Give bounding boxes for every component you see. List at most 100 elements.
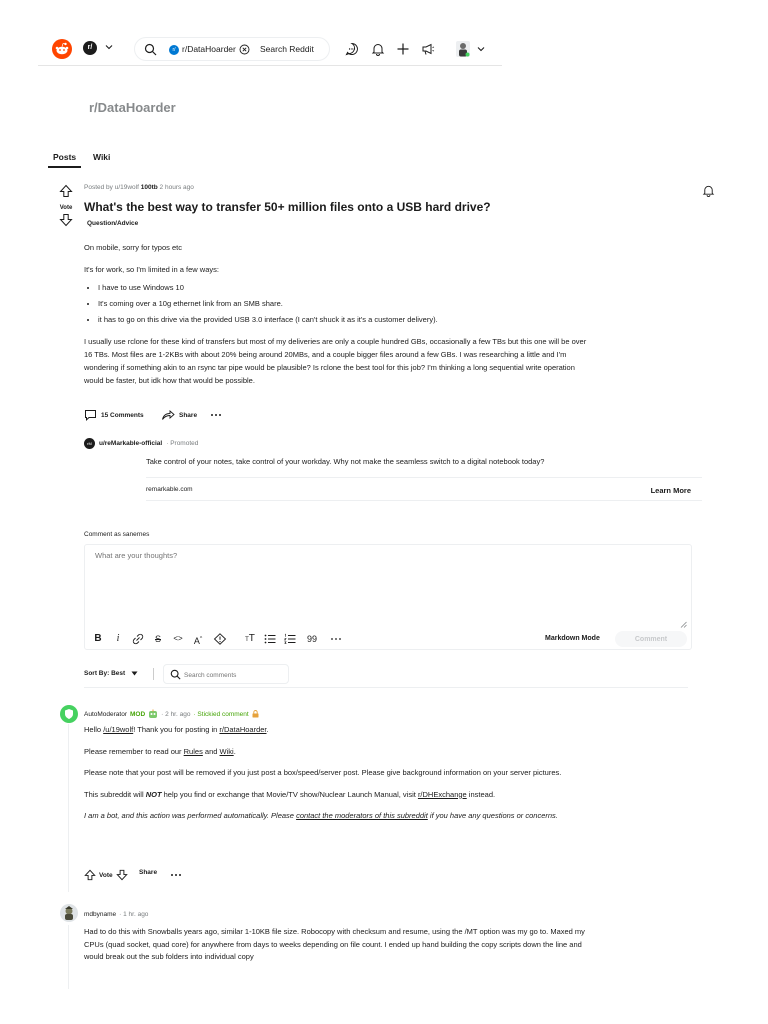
quote-block-icon[interactable]: 99	[305, 633, 319, 645]
more-options-icon[interactable]	[170, 872, 182, 878]
home-feed-icon[interactable]: r/	[83, 41, 97, 55]
downvote-icon[interactable]	[115, 869, 128, 881]
comment-paragraph: I am a bot, and this action was performe…	[84, 810, 596, 823]
promoted-header: rM u/reMarkable-official · Promoted	[84, 438, 198, 449]
comment-author[interactable]: AutoModerator	[84, 711, 127, 718]
comments-button[interactable]: 15 Comments	[84, 409, 144, 421]
text: Hello	[84, 725, 104, 734]
user-link[interactable]: /u/19wolf	[103, 725, 133, 734]
avatar[interactable]	[60, 705, 78, 723]
search-input[interactable]: Search Reddit	[260, 44, 314, 54]
text: help you find or exchange that Movie/TV …	[161, 789, 418, 799]
promoted-link-bar: remarkable.com Learn More	[146, 477, 702, 501]
bell-icon[interactable]	[371, 42, 385, 56]
learn-more-button[interactable]: Learn More	[651, 486, 691, 495]
text: ! Thank you for posting in	[133, 725, 220, 734]
tab-wiki[interactable]: Wiki	[93, 152, 110, 162]
clear-chip-icon[interactable]	[239, 44, 250, 55]
text: instead.	[466, 789, 496, 799]
chat-icon[interactable]	[345, 42, 359, 56]
comment-submit-button[interactable]: Comment	[615, 631, 687, 647]
comment-paragraph: Please remember to read our Rules and Wi…	[84, 746, 596, 759]
comment-as-label: Comment as sanernes	[84, 531, 150, 538]
comment-author[interactable]: mdbyname	[84, 911, 116, 918]
thread-line[interactable]	[68, 925, 69, 989]
wiki-link[interactable]: Wiki	[220, 747, 234, 756]
numbered-list-icon[interactable]	[283, 633, 297, 645]
post-paragraph: On mobile, sorry for typos etc	[84, 243, 182, 252]
search-subreddit-chip: r/DataHoarder	[182, 44, 236, 54]
divider	[84, 687, 688, 688]
dhexchange-link[interactable]: r/DHExchange	[418, 790, 467, 799]
post-author[interactable]: Posted by u/19wolf	[84, 184, 139, 191]
shield-icon	[65, 709, 73, 719]
text: .	[233, 746, 236, 756]
more-options-icon[interactable]	[329, 633, 343, 645]
bold-icon[interactable]: B	[91, 633, 105, 645]
share-icon	[162, 410, 175, 420]
lock-icon	[252, 710, 259, 718]
list-item: I have to use Windows 10	[98, 281, 596, 294]
subreddit-link[interactable]: r/DataHoarder	[219, 725, 266, 734]
post-title[interactable]: What's the best way to transfer 50+ mill…	[84, 200, 491, 214]
strikethrough-icon[interactable]: S	[151, 633, 165, 645]
plus-icon[interactable]	[396, 42, 410, 56]
comment-body: Had to do this with Snowballs years ago,…	[84, 927, 585, 961]
vote-count: Vote	[99, 871, 113, 879]
search-bar[interactable]: r/ r/DataHoarder Search Reddit	[134, 37, 330, 61]
stickied-label: · Stickied comment	[193, 710, 249, 718]
link-icon[interactable]	[131, 633, 145, 645]
chevron-down-icon[interactable]	[476, 44, 486, 54]
upvote-icon[interactable]	[59, 184, 73, 198]
upvote-icon[interactable]	[84, 869, 96, 881]
mod-badge: MOD	[130, 710, 146, 718]
comment-search-input[interactable]	[184, 669, 284, 681]
bulleted-list-icon[interactable]	[263, 633, 277, 645]
rules-link[interactable]: Rules	[184, 747, 203, 756]
post-meta: Posted by u/19wolf 100tb 2 hours ago	[84, 184, 194, 191]
share-button[interactable]: Share	[139, 869, 157, 876]
more-options-icon[interactable]	[210, 412, 222, 418]
advertiser-avatar[interactable]: rM	[84, 438, 95, 449]
italic-icon[interactable]: i	[111, 633, 125, 645]
chevron-down-icon[interactable]	[104, 42, 114, 52]
thread-line[interactable]	[68, 724, 69, 892]
contact-mods-link[interactable]: contact the moderators of this subreddit	[296, 811, 428, 820]
post-bullet-list: I have to use Windows 10 It's coming ove…	[98, 281, 596, 326]
caret-down-icon	[131, 671, 138, 676]
subreddit-title[interactable]: r/DataHoarder	[89, 100, 176, 115]
tab-posts[interactable]: Posts	[48, 152, 82, 168]
share-button[interactable]: Share	[161, 409, 197, 421]
comment-paragraph: This subreddit will NOT help you find or…	[84, 789, 596, 802]
post-body: On mobile, sorry for typos etc It's for …	[84, 241, 596, 396]
share-label: Share	[179, 411, 198, 419]
emphasis: NOT	[145, 789, 162, 799]
megaphone-icon[interactable]	[421, 42, 435, 56]
comment-time: · 1 hr. ago	[119, 911, 149, 918]
inline-code-icon[interactable]: <>	[171, 633, 185, 645]
reddit-logo-icon[interactable]	[52, 39, 72, 59]
vote-count: Vote	[59, 205, 73, 211]
promoted-domain[interactable]: remarkable.com	[146, 486, 193, 493]
superscript-icon[interactable]: A^	[191, 633, 205, 646]
post-paragraph: It's for work, so I'm limited in a few w…	[84, 265, 219, 274]
comment-search[interactable]	[163, 664, 289, 684]
comment-time: · 2 hr. ago	[161, 710, 191, 718]
heading-icon[interactable]: TT	[243, 633, 257, 645]
resize-handle-icon[interactable]	[680, 621, 687, 628]
downvote-icon[interactable]	[59, 213, 73, 227]
subreddit-chip-icon: r/	[169, 45, 179, 55]
text: Please remember to read our	[84, 746, 184, 756]
avatar[interactable]	[60, 904, 78, 922]
comment-textarea[interactable]	[85, 545, 691, 629]
promoted-tag: · Promoted	[166, 440, 199, 447]
spoiler-icon[interactable]	[213, 633, 227, 645]
formatting-toolbar: B i S <> A^ TT 99 Markdown Mode Comment	[85, 629, 691, 649]
markdown-mode-button[interactable]: Markdown Mode	[545, 635, 600, 642]
follow-post-bell-icon[interactable]	[702, 184, 715, 197]
promoted-text[interactable]: Take control of your notes, take control…	[146, 457, 544, 466]
sort-dropdown[interactable]: Sort By: Best	[84, 670, 138, 677]
advertiser-name[interactable]: u/reMarkable-official	[99, 440, 162, 447]
user-avatar-icon[interactable]	[456, 41, 470, 57]
post-flair[interactable]: Question/Advice	[84, 220, 141, 227]
